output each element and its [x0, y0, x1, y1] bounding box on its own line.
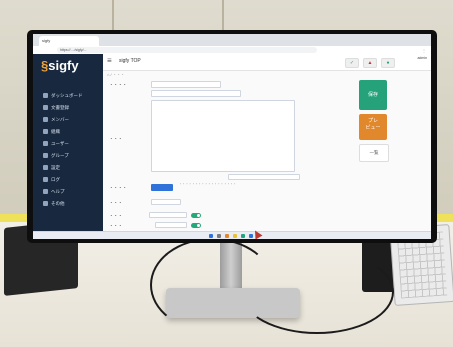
alert-button[interactable]: ▲ [363, 58, 377, 68]
app-header: ≡ sigfy TOP ✓ ▲ ● admin [103, 54, 431, 71]
browser-menu-icon[interactable]: ⋮ [422, 48, 427, 53]
dashboard-icon [43, 93, 48, 99]
log-icon [43, 177, 48, 183]
field-label: ・・・ [109, 200, 123, 205]
search-icon[interactable] [217, 234, 221, 238]
save-button[interactable]: 保存 [359, 80, 387, 110]
field-label: ・・・ [109, 223, 123, 228]
cable [240, 250, 394, 334]
document-form: ・・・・ ・・・ ・・・・ ・・・・・・・・・・・・・・・・・・ ・・・ ・・・… [103, 78, 353, 238]
address-bar[interactable]: https://..../sigfy/... [57, 47, 317, 53]
sidebar-item-label: ダッシュボード [51, 93, 83, 98]
option-select[interactable] [155, 222, 187, 228]
field-label: ・・・・ [109, 82, 127, 87]
sidebar-item-label: その他 [51, 201, 65, 206]
sigfy-logo[interactable]: §sigfy [41, 58, 79, 73]
title-input[interactable] [151, 81, 221, 88]
sidebar-item-label: ログ [51, 177, 60, 182]
app-icon[interactable] [241, 234, 245, 238]
option-select[interactable] [149, 212, 187, 218]
sidebar-item-label: 設定 [51, 165, 60, 170]
document-icon [43, 105, 48, 111]
sidebar-item[interactable]: 設定 [43, 164, 101, 172]
sidebar-item-label: 文書登録 [51, 105, 69, 110]
user-icon [43, 141, 48, 147]
members-icon [43, 117, 48, 123]
settings-icon [43, 165, 48, 171]
folder-icon[interactable] [233, 234, 237, 238]
start-icon[interactable] [209, 234, 213, 238]
group-icon [43, 153, 48, 159]
file-select-button[interactable] [151, 184, 173, 191]
help-icon [43, 189, 48, 195]
browser-icon[interactable] [225, 234, 229, 238]
sidebar-item[interactable]: グループ [43, 152, 101, 160]
field-label: ・・・ [109, 136, 123, 141]
field-label: ・・・ [109, 213, 123, 218]
user-menu[interactable]: admin [403, 56, 427, 61]
upload-hint: ・・・・・・・・・・・・・・・・・・ [179, 182, 237, 186]
note-input[interactable] [228, 174, 300, 180]
os-taskbar [33, 231, 431, 239]
sidebar-item-label: グループ [51, 153, 69, 158]
sidebar-item-label: 組織 [51, 129, 60, 134]
sidebar-item-label: ユーザー [51, 141, 69, 146]
sidebar-item[interactable]: 文書登録 [43, 104, 101, 112]
more-icon [43, 201, 48, 207]
option-toggle[interactable] [191, 223, 201, 228]
option-input[interactable] [151, 199, 181, 205]
sidebar: §sigfy ダッシュボード 文書登録 メンバー 組織 ユーザー グループ 設定… [33, 54, 103, 239]
preview-label-2: ビュー [365, 125, 381, 131]
sidebar-item[interactable]: その他 [43, 200, 101, 208]
sidebar-item[interactable]: メンバー [43, 116, 101, 124]
check-button[interactable]: ✓ [345, 58, 359, 68]
sidebar-item[interactable]: 組織 [43, 128, 101, 136]
sidebar-item[interactable]: ダッシュボード [43, 92, 101, 100]
preview-button[interactable]: プレ ビュー [359, 114, 387, 140]
option-toggle[interactable] [191, 213, 201, 218]
preview-label-1: プレ [367, 118, 378, 124]
sidebar-item[interactable]: ユーザー [43, 140, 101, 148]
field-label: ・・・・ [109, 185, 127, 190]
sidebar-item-label: ヘルプ [51, 189, 65, 194]
notification-button[interactable]: ● [381, 58, 395, 68]
page-title: sigfy TOP [119, 58, 141, 64]
body-textarea[interactable] [151, 100, 295, 172]
browser-tab[interactable]: sigfy [39, 36, 99, 46]
sidebar-item-label: メンバー [51, 117, 69, 122]
list-button[interactable]: 一覧 [359, 144, 389, 162]
hamburger-menu-icon[interactable]: ≡ [107, 56, 112, 65]
sidebar-item[interactable]: ログ [43, 176, 101, 184]
browser-tab-bar: sigfy [33, 34, 431, 46]
sidebar-item[interactable]: ヘルプ [43, 188, 101, 196]
org-icon [43, 129, 48, 135]
monitor-screen: sigfy https://..../sigfy/... ⋮ §sigfy ダッ… [33, 34, 431, 239]
logo-text: sigfy [48, 58, 79, 73]
sub-input[interactable] [151, 90, 241, 97]
